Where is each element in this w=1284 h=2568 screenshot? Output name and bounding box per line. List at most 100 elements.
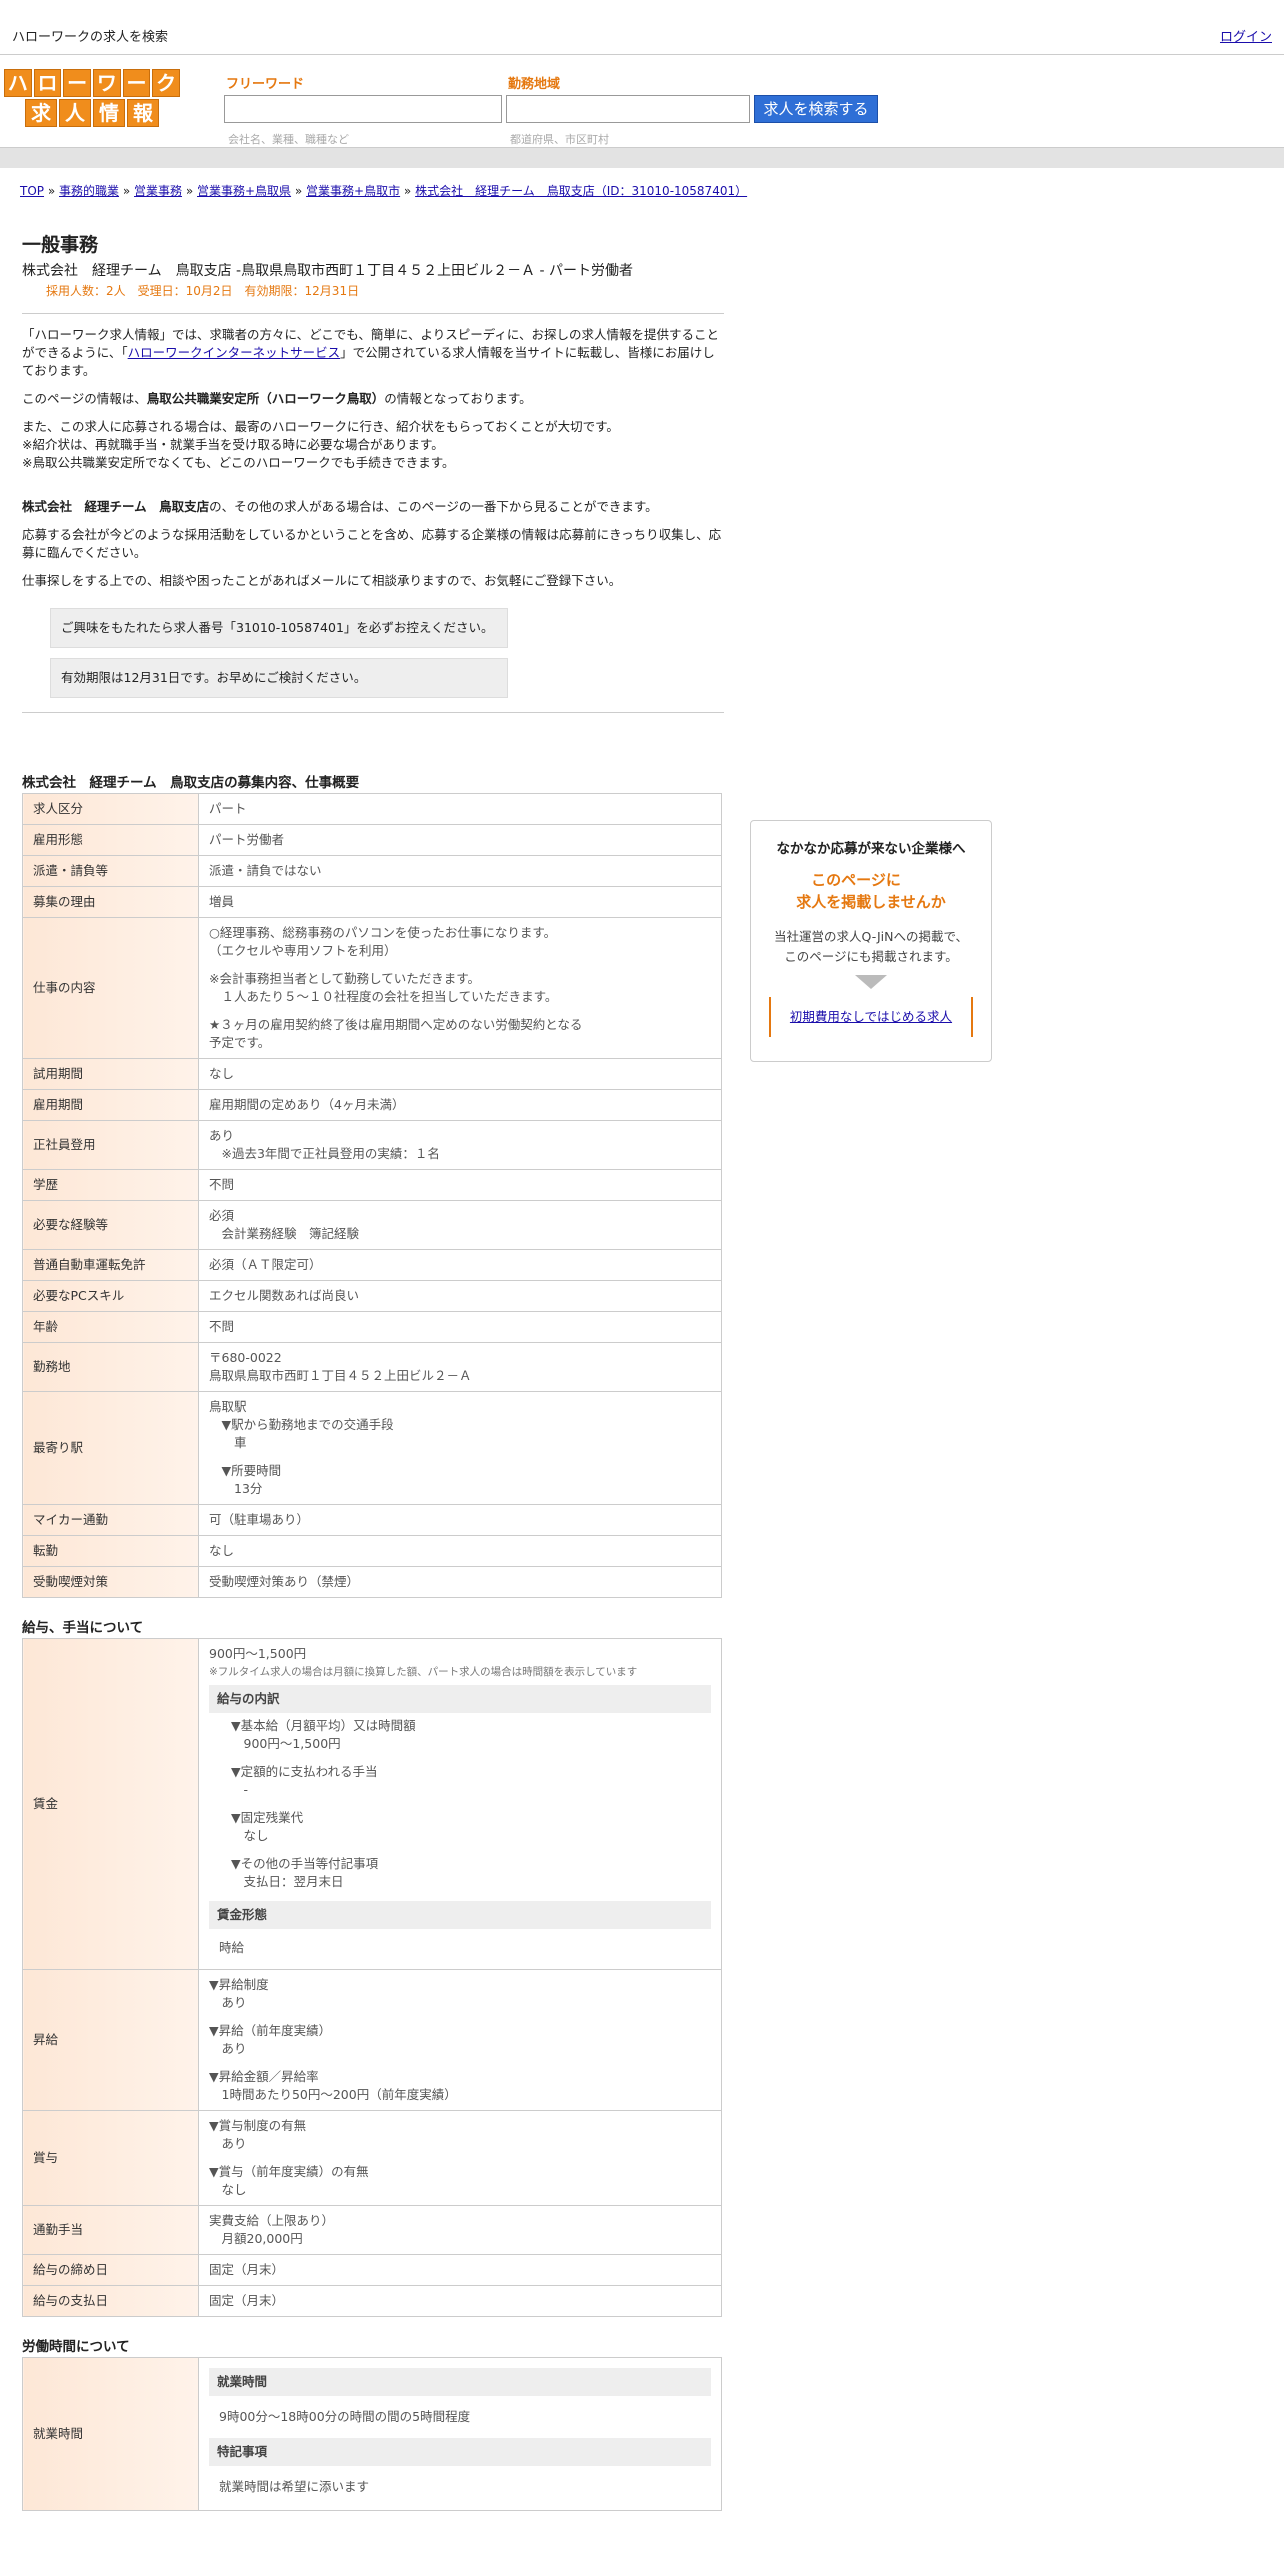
salary-table: 賃金 900円〜1,500円 ※フルタイム求人の場合は月額に換算した額、パート求… [22,1638,722,2317]
breadcrumb-current[interactable]: 株式会社 経理チーム 鳥取支店（ID：31010-10587401） [415,184,747,198]
value-line: ▼賞与制度の有無 [209,2118,307,2133]
breadcrumb-category[interactable]: 事務的職業 [59,184,119,198]
value-line: （エクセルや専用ソフトを利用） [209,943,397,958]
value-line: ▼昇給（前年度実績） [209,2023,332,2038]
breakdown-line: - [231,1782,249,1797]
intro-p8: 仕事探しをする上での、相談や困ったことがあればメールにて相談承りますので、お気軽… [22,573,622,588]
table-key: 賞与 [22,2110,199,2206]
breakdown-line [231,1845,711,1855]
table-value: 必須（ＡＴ限定可） [198,1249,722,1281]
value-line: なし [209,2182,247,2197]
table-key: 募集の理由 [22,886,199,918]
value-line: あり [209,1995,247,2010]
value-line: あり [209,2136,247,2151]
table-key: 最寄り駅 [22,1391,199,1505]
table-key: 仕事の内容 [22,917,199,1059]
breadcrumb-top[interactable]: TOP [20,184,44,198]
table-value: ▼昇給制度 あり ▼昇給（前年度実績） あり ▼昇給金額／昇給率 1時間あたり50円… [198,1969,722,2111]
divider [22,712,724,713]
value-line: なし [209,1543,235,1558]
table-key: 転勤 [22,1535,199,1567]
table-value: 鳥取駅 ▼駅から勤務地までの交通手段 車 ▼所要時間 13分 [198,1391,722,1505]
value-line: 13分 [209,1481,263,1496]
intro-text: 「ハローワーク求人情報」では、求職者の方々に、どこでも、簡単に、よりスピーディに… [22,326,724,590]
top-bar: ハローワークの求人を検索 ログイン [0,0,1284,55]
table-row: 雇用形態 パート労働者 [22,824,722,856]
area-input[interactable] [506,95,750,123]
breakdown-line: ▼基本給（月額平均）又は時間額 [231,1718,416,1733]
hellowork-internet-link[interactable]: ハローワークインターネットサービス [128,345,341,360]
table-value: ○経理事務、総務事務のパソコンを使ったお仕事になります。 （エクセルや専用ソフトを… [198,917,722,1059]
value-line: 車 [209,1435,247,1450]
table-key: 給与の支払日 [22,2285,199,2317]
breadcrumb-city[interactable]: 営業事務+鳥取市 [306,184,400,198]
table-value: ▼賞与制度の有無 あり ▼賞与（前年度実績）の有無 なし [198,2110,722,2206]
table-value: なし [198,1535,722,1567]
table-key: マイカー通勤 [22,1504,199,1536]
keyword-input[interactable] [224,95,502,123]
value-line [209,2153,711,2163]
table-key: 学歴 [22,1169,199,1201]
area-hint: 都道府県、市区町村 [510,133,609,146]
side-link-box: 初期費用なしではじめる求人 [769,997,973,1037]
breadcrumb: TOP » 事務的職業 » 営業事務 » 営業事務+鳥取県 » 営業事務+鳥取市… [20,184,748,198]
breakdown-line: ▼その他の手当等付記事項 [231,1856,379,1871]
table-row: 昇給 ▼昇給制度 あり ▼昇給（前年度実績） あり ▼昇給金額／昇給率 1時間あたり5… [22,1969,722,2111]
table-value: 可（駐車場あり） [198,1504,722,1536]
value-line: あり [209,2041,247,2056]
table-value: 固定（月末） [198,2254,722,2286]
table-value: なし [198,1058,722,1090]
table-key: 派遣・請負等 [22,855,199,887]
table-value: 不問 [198,1311,722,1343]
value-line: ▼昇給金額／昇給率 [209,2069,319,2084]
logo-char: ロ [33,69,62,97]
value-line: 鳥取駅 [209,1399,247,1414]
table-key: 昇給 [22,1969,199,2111]
section-title-hours: 労働時間について [22,2339,130,2355]
initial-cost-free-link[interactable]: 初期費用なしではじめる求人 [790,1009,952,1024]
login-link[interactable]: ログイン [1220,26,1272,45]
value-line: 会計業務経験 簿記経験 [209,1226,360,1241]
table-key: 必要なPCスキル [22,1280,199,1312]
wage-breakdown-title: 給与の内訳 [209,1685,711,1713]
table-row: マイカー通勤 可（駐車場あり） [22,1504,722,1536]
site-title: ハローワークの求人を検索 [12,30,169,45]
value-line: 固定（月末） [209,2262,285,2277]
value-line: 実費支給（上限あり） [209,2213,335,2228]
table-value: 実費支給（上限あり） 月額20,000円 [198,2205,722,2255]
breadcrumb-job-type[interactable]: 営業事務 [134,184,182,198]
value-line: 固定（月末） [209,2293,285,2308]
section-title-salary: 給与、手当について [22,1620,144,1636]
hours-box-title: 就業時間 [209,2368,711,2396]
hellowork-logo[interactable]: ハローワーク 求人情報 [3,69,181,127]
logo-char: 報 [127,99,159,127]
company-line: 株式会社 経理チーム 鳥取支店 -鳥取県鳥取市西町１丁目４５２上田ビル２－Ａ -… [22,263,634,279]
value-line: １人あたり５～１０社程度の会社を担当していただきます。 [209,989,558,1004]
search-button[interactable]: 求人を検索する [754,95,878,123]
job-title: 一般事務 [22,234,99,256]
hours-note-title: 特記事項 [209,2438,711,2466]
logo-char: 情 [93,99,125,127]
table-value: 増員 [198,886,722,918]
logo-char: ワ [93,69,121,97]
hours-note: 就業時間は希望に添います [219,2479,370,2494]
value-line: あり [209,1128,235,1143]
value-line: 不問 [209,1319,235,1334]
value-line: 可（駐車場あり） [209,1512,310,1527]
logo-char: ー [63,69,91,97]
value-line [209,2012,711,2022]
value-line: パート労働者 [209,832,285,847]
breadcrumb-prefecture[interactable]: 営業事務+鳥取県 [197,184,291,198]
gray-band [0,147,1284,168]
table-key: 受動喫煙対策 [22,1566,199,1598]
value-line: ▼賞与（前年度実績）の有無 [209,2164,369,2179]
table-value: 〒680-0022 鳥取県鳥取市西町１丁目４５２上田ビル２－Ａ [198,1342,722,1392]
value-line [209,2058,711,2068]
intro-p4: ※紹介状は、再就職手当・就業手当を受け取る時に必要な場合があります。 [22,437,444,452]
table-value: パート [198,793,722,825]
table-key: 賃金 [22,1638,199,1970]
table-row: 仕事の内容 ○経理事務、総務事務のパソコンを使ったお仕事になります。 （エクセルや専… [22,917,722,1059]
value-line: 月額20,000円 [209,2231,303,2246]
value-line: 1時間あたり50円〜200円（前年度実績） [209,2087,457,2102]
value-line: ▼駅から勤務地までの交通手段 [209,1417,394,1432]
